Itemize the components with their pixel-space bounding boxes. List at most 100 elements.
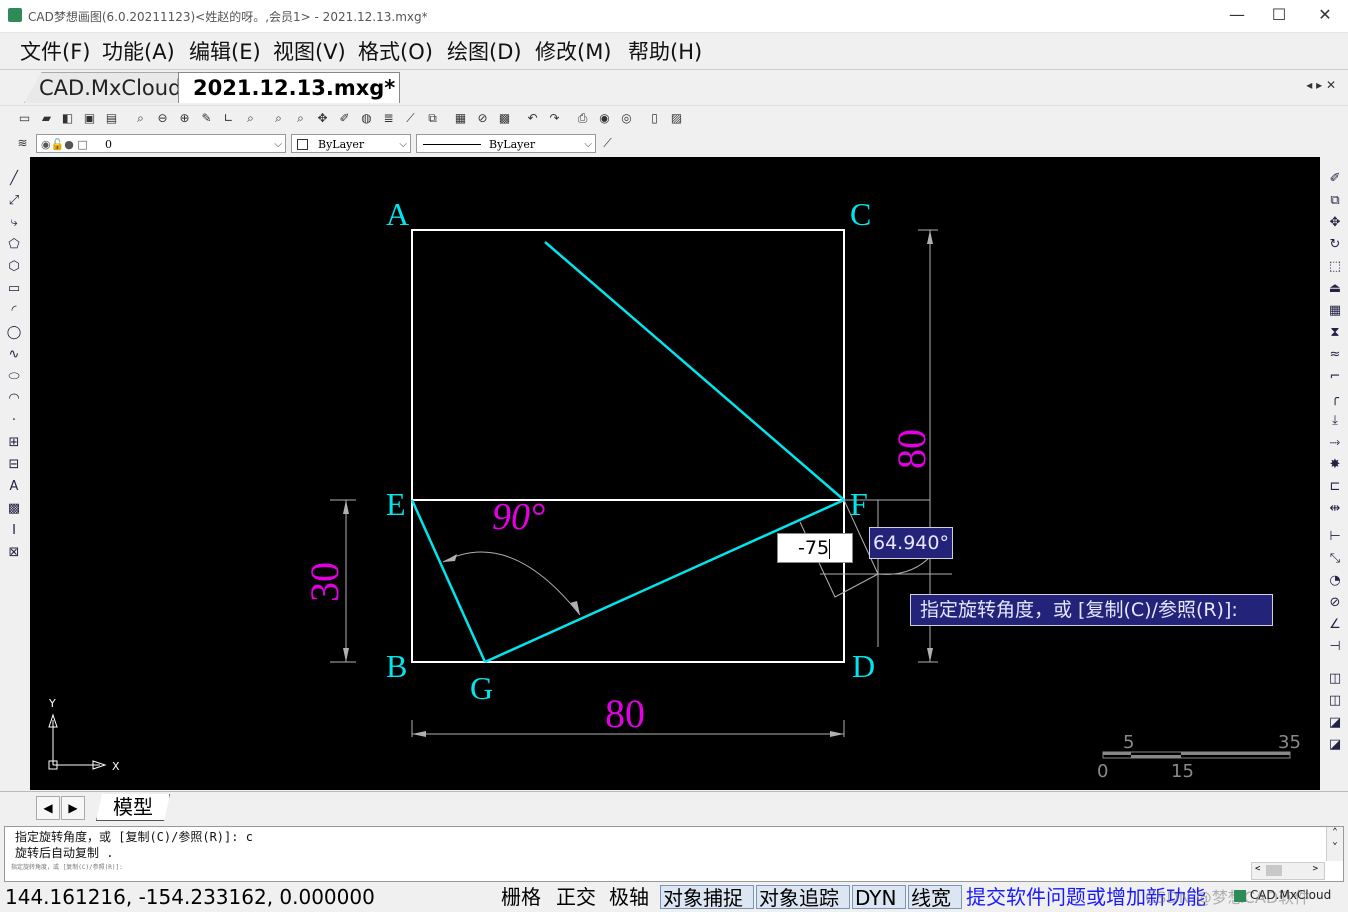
menu-draw[interactable]: 绘图(D): [447, 36, 522, 66]
zoom-in-icon[interactable]: ⊕: [176, 110, 193, 127]
polyline-icon[interactable]: ⤷: [5, 214, 23, 232]
menu-edit[interactable]: 编辑(E): [189, 36, 261, 66]
rotate-icon[interactable]: ↻: [1326, 236, 1344, 254]
lineweight-toggle[interactable]: 线宽: [908, 885, 962, 910]
measure-icon[interactable]: ⟋: [402, 110, 419, 127]
zoom-window-icon[interactable]: ⌕: [132, 110, 149, 127]
maximize-button[interactable]: ☐: [1256, 0, 1302, 32]
break-icon[interactable]: ⊏: [1326, 478, 1344, 496]
pan-icon[interactable]: ✥: [314, 110, 331, 127]
tab-nav-icons[interactable]: ◂ ▸ ✕: [1306, 78, 1336, 92]
scroll-down-icon[interactable]: ⌄: [1327, 837, 1343, 847]
menu-function[interactable]: 功能(A): [102, 36, 175, 66]
copy-icon[interactable]: ⧉: [1326, 192, 1344, 210]
mtext-icon[interactable]: Ⅰ: [5, 522, 23, 540]
next-layout-button[interactable]: ▶: [61, 796, 85, 820]
close-button[interactable]: ✕: [1302, 0, 1348, 32]
command-scrollbar[interactable]: ⌃ ⌄: [1326, 827, 1343, 861]
layer-manager-icon[interactable]: ≋: [14, 135, 31, 152]
fillet-icon[interactable]: ╭: [1326, 390, 1344, 408]
insert-block-icon[interactable]: ⊞: [5, 434, 23, 452]
undo-icon[interactable]: ↶: [524, 110, 541, 127]
scale-icon[interactable]: ⬚: [1326, 258, 1344, 276]
dyn-toggle[interactable]: DYN: [852, 885, 906, 910]
mirror-icon[interactable]: ⧗: [1326, 324, 1344, 342]
stretch-icon[interactable]: ⏏: [1326, 280, 1344, 298]
zoom-out-icon[interactable]: ⊖: [154, 110, 171, 127]
tab-current-drawing[interactable]: 2021.12.13.mxg*: [178, 72, 400, 103]
zoom-realtime-icon[interactable]: ⌕: [270, 110, 287, 127]
ellipse-arc-icon[interactable]: ◠: [5, 390, 23, 408]
command-window[interactable]: 指定旋转角度，或 [复制(C)/参照(R)]: c 旋转后自动复制 . 指定旋转…: [4, 826, 1344, 882]
prev-layout-button[interactable]: ◀: [36, 796, 60, 820]
circle-icon[interactable]: ◯: [5, 324, 23, 342]
window-icon[interactable]: ⧉: [424, 110, 441, 127]
menu-modify[interactable]: 修改(M): [535, 36, 612, 66]
make-block-icon[interactable]: ⊟: [5, 456, 23, 474]
dim-diameter-icon[interactable]: ⊘: [1326, 594, 1344, 612]
scroll-thumb[interactable]: [1266, 865, 1282, 876]
erase-icon[interactable]: ✎: [198, 110, 215, 127]
polygon-icon[interactable]: ⬠: [5, 236, 23, 254]
redo-icon[interactable]: ↷: [546, 110, 563, 127]
polar-toggle[interactable]: 极轴: [607, 885, 651, 909]
minimize-button[interactable]: —: [1214, 0, 1260, 32]
menu-file[interactable]: 文件(F): [20, 36, 90, 66]
hatch-icon[interactable]: ▩: [5, 500, 23, 518]
layer-combo[interactable]: ◉🔓● □ 0 ⌵: [36, 134, 286, 153]
layers-icon[interactable]: ≣: [380, 110, 397, 127]
text-icon[interactable]: A: [5, 478, 23, 496]
zoom-extents-icon[interactable]: ⌕: [242, 110, 259, 127]
dim-angle-icon[interactable]: ∠: [1326, 616, 1344, 634]
dim-linear-icon[interactable]: ⊢: [1326, 528, 1344, 546]
send-below-icon[interactable]: ◪: [1326, 736, 1344, 754]
save-all-icon[interactable]: ▤: [103, 110, 120, 127]
menu-view[interactable]: 视图(V): [273, 36, 346, 66]
brush-icon[interactable]: ⊘: [474, 110, 491, 127]
array-icon[interactable]: ▦: [1326, 302, 1344, 320]
offset-icon[interactable]: ≈: [1326, 346, 1344, 364]
dim-radius-icon[interactable]: ◔: [1326, 572, 1344, 590]
point-icon[interactable]: ·: [5, 412, 23, 430]
arc-icon[interactable]: ◜: [5, 302, 23, 320]
bring-above-icon[interactable]: ◪: [1326, 714, 1344, 732]
command-input-line[interactable]: 指定旋转角度，或 [复制(C)/参照(R)]:: [11, 862, 123, 871]
zoom-previous-icon[interactable]: ⌕: [292, 110, 309, 127]
menu-format[interactable]: 格式(O): [358, 36, 433, 66]
drawing-canvas[interactable]: A C E F B D G 80 90° 30 80 Y X 5 35 0 15…: [30, 157, 1320, 790]
color-combo[interactable]: ByLayer ⌵: [291, 134, 411, 153]
cloud-icon[interactable]: ◎: [618, 110, 635, 127]
lineweight-icon[interactable]: ⟋: [599, 135, 616, 152]
dynamic-input-field[interactable]: -75: [777, 533, 853, 563]
dim-ordinate-icon[interactable]: ⊣: [1326, 638, 1344, 656]
bring-front-icon[interactable]: ◫: [1326, 670, 1344, 688]
send-back-icon[interactable]: ◫: [1326, 692, 1344, 710]
pentagon-icon[interactable]: ⬡: [5, 258, 23, 276]
web-icon[interactable]: ◉: [596, 110, 613, 127]
open-folder-icon[interactable]: ▰: [38, 110, 55, 127]
save-icon[interactable]: ▣: [81, 110, 98, 127]
print-icon[interactable]: ⎙: [574, 110, 591, 127]
pdf-icon[interactable]: ▯: [646, 110, 663, 127]
scroll-right-icon[interactable]: >: [1313, 864, 1318, 874]
print-preview-icon[interactable]: ▦: [452, 110, 469, 127]
xline-icon[interactable]: ⤢: [5, 192, 23, 210]
rectangle-icon[interactable]: ▭: [5, 280, 23, 298]
properties-icon[interactable]: ▩: [496, 110, 513, 127]
erase-icon[interactable]: ✐: [1326, 170, 1344, 188]
ucs-icon[interactable]: ∟: [220, 110, 237, 127]
chamfer-icon[interactable]: ⌐: [1326, 368, 1344, 386]
dim-aligned-icon[interactable]: ⤡: [1326, 550, 1344, 568]
spline-icon[interactable]: ∿: [5, 346, 23, 364]
table-icon[interactable]: ⊠: [5, 544, 23, 562]
color-icon[interactable]: ◍: [358, 110, 375, 127]
scroll-left-icon[interactable]: <: [1255, 864, 1260, 874]
move-icon[interactable]: ✥: [1326, 214, 1344, 232]
grid-toggle[interactable]: 栅格: [499, 885, 543, 909]
trim-icon[interactable]: ⤓: [1326, 412, 1344, 430]
extend-icon[interactable]: ⤑: [1326, 434, 1344, 452]
menu-help[interactable]: 帮助(H): [628, 36, 702, 66]
ellipse-icon[interactable]: ⬭: [5, 368, 23, 386]
tab-cad-mxcloud[interactable]: CAD.MxCloud: [24, 72, 200, 103]
otrack-toggle[interactable]: 对象追踪: [756, 885, 850, 910]
